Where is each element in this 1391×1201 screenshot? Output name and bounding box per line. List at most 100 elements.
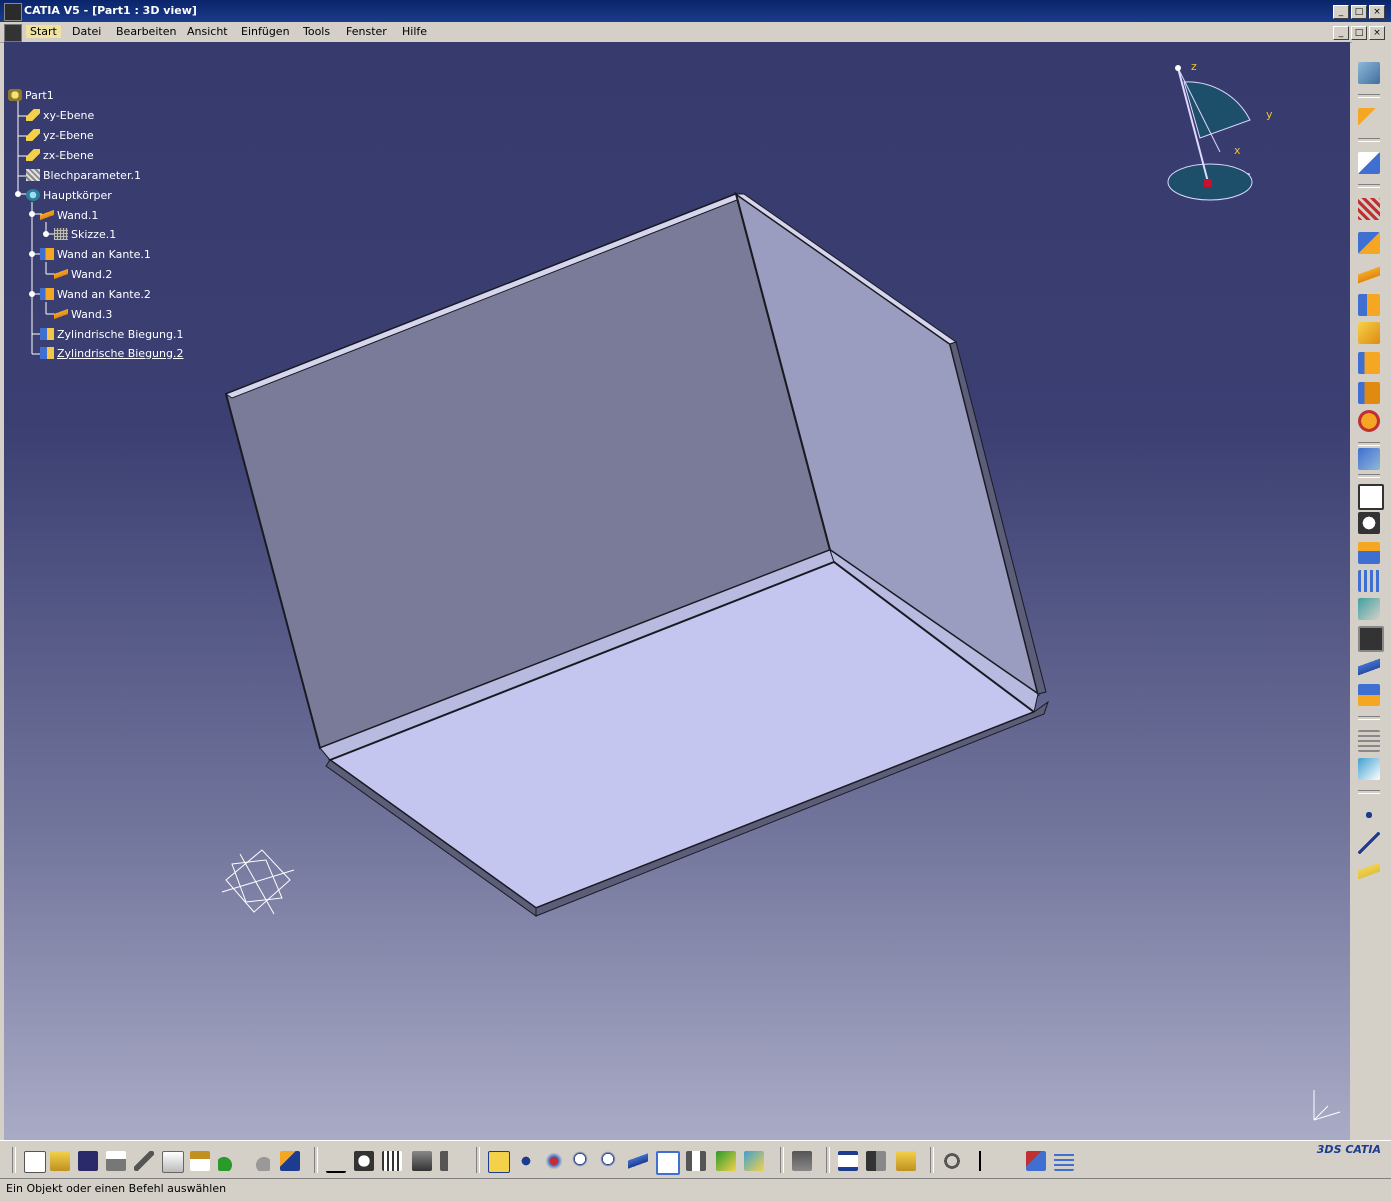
comment-icon[interactable] bbox=[354, 1151, 374, 1171]
views-icon[interactable] bbox=[1358, 730, 1380, 752]
menu-tools[interactable]: Tools bbox=[303, 25, 330, 38]
extrusion-icon[interactable] bbox=[1358, 322, 1380, 344]
bend-tool-icon[interactable] bbox=[1358, 410, 1380, 432]
menu-datei[interactable]: Datei bbox=[72, 25, 101, 38]
axis-system-icon[interactable] bbox=[970, 1151, 990, 1171]
spin-icon[interactable] bbox=[942, 1151, 962, 1171]
unfold-icon[interactable] bbox=[1358, 448, 1380, 470]
3d-viewport[interactable]: z y x Part1 xy-Ebene yz-Ebene zx-Ebene B… bbox=[4, 42, 1350, 1140]
rotate-icon[interactable] bbox=[544, 1151, 564, 1171]
tree-item-wall-1[interactable]: Wand.1 bbox=[40, 207, 98, 223]
tree-item-part1[interactable]: Part1 bbox=[8, 87, 54, 103]
document-icon[interactable] bbox=[4, 24, 22, 42]
formula-icon[interactable] bbox=[326, 1151, 346, 1173]
snap-icon[interactable] bbox=[1026, 1151, 1046, 1171]
wall-on-edge-tool-icon[interactable] bbox=[1358, 294, 1380, 316]
tree-item-label: yz-Ebene bbox=[43, 128, 94, 142]
menu-bearbeiten[interactable]: Bearbeiten bbox=[116, 25, 176, 38]
layer-icon[interactable] bbox=[1054, 1151, 1074, 1171]
fit-all-icon[interactable] bbox=[488, 1151, 510, 1173]
toolbar-separator bbox=[826, 1147, 830, 1173]
menu-start[interactable]: Start bbox=[26, 25, 61, 38]
catia-app-icon[interactable] bbox=[4, 3, 22, 21]
tree-item-cylindrical-bend-2[interactable]: Zylindrische Biegung.2 bbox=[40, 345, 183, 361]
minimize-button[interactable]: _ bbox=[1333, 5, 1349, 19]
flange-icon[interactable] bbox=[1358, 352, 1380, 374]
menu-ansicht[interactable]: Ansicht bbox=[187, 25, 228, 38]
close-button[interactable]: × bbox=[1369, 5, 1385, 19]
lock-icon[interactable] bbox=[412, 1151, 432, 1171]
compass-z-label: z bbox=[1191, 60, 1197, 73]
tree-item-wall-on-edge-1[interactable]: Wand an Kante.1 bbox=[40, 246, 151, 262]
views-cube-icon[interactable] bbox=[656, 1151, 680, 1175]
tree-item-sheetmetal-parameters[interactable]: Blechparameter.1 bbox=[26, 167, 141, 183]
render-style-icon[interactable] bbox=[686, 1151, 706, 1171]
hide-show-icon[interactable] bbox=[716, 1151, 736, 1171]
zoom-in-icon[interactable] bbox=[572, 1151, 592, 1171]
pattern-icon[interactable] bbox=[1358, 570, 1380, 592]
cut-out-icon[interactable] bbox=[1358, 484, 1384, 510]
table-icon[interactable] bbox=[382, 1151, 402, 1171]
doc-minimize-button[interactable]: _ bbox=[1333, 26, 1349, 40]
thickness-icon[interactable] bbox=[1358, 656, 1380, 678]
save-icon[interactable] bbox=[78, 1151, 98, 1171]
redo-icon[interactable] bbox=[250, 1151, 270, 1171]
recognize-icon[interactable] bbox=[1358, 232, 1380, 254]
normal-view-icon[interactable] bbox=[628, 1151, 648, 1171]
tree-item-zx-plane[interactable]: zx-Ebene bbox=[26, 147, 94, 163]
grid-values-icon[interactable] bbox=[998, 1151, 1018, 1171]
workbench-icon[interactable] bbox=[1358, 62, 1380, 84]
cut-icon[interactable] bbox=[134, 1151, 154, 1171]
swap-visible-space-icon[interactable] bbox=[744, 1151, 764, 1171]
tree-item-main-body[interactable]: Hauptkörper bbox=[26, 187, 112, 203]
new-file-icon[interactable] bbox=[24, 1151, 46, 1173]
sheetmetal-parameters-tool-icon[interactable] bbox=[1358, 198, 1380, 220]
hole-icon[interactable] bbox=[1358, 512, 1380, 534]
menu-einfuegen[interactable]: Einfügen bbox=[241, 25, 290, 38]
tree-item-label: Skizze.1 bbox=[71, 227, 117, 241]
paste-icon[interactable] bbox=[190, 1151, 210, 1171]
tree-item-sketch-1[interactable]: Skizze.1 bbox=[54, 226, 116, 242]
measure-between-icon[interactable] bbox=[838, 1151, 858, 1171]
maximize-button[interactable]: □ bbox=[1351, 5, 1367, 19]
catia-wordmark: CATIA bbox=[1345, 1143, 1381, 1156]
menu-hilfe[interactable]: Hilfe bbox=[402, 25, 427, 38]
corner-relief-icon[interactable] bbox=[1358, 598, 1380, 620]
help-icon[interactable] bbox=[280, 1151, 300, 1171]
tree-item-yz-plane[interactable]: yz-Ebene bbox=[26, 127, 94, 143]
macro-icon[interactable] bbox=[440, 1151, 460, 1171]
measure-item-icon[interactable] bbox=[866, 1151, 886, 1171]
line-icon[interactable] bbox=[1358, 832, 1380, 854]
select-arrow-icon[interactable] bbox=[1358, 108, 1380, 130]
hem-icon[interactable] bbox=[1358, 382, 1380, 404]
transform-icon[interactable] bbox=[1358, 684, 1380, 706]
doc-close-button[interactable]: × bbox=[1369, 26, 1385, 40]
plane-tool-icon[interactable] bbox=[1358, 860, 1380, 882]
tree-item-label: Zylindrische Biegung.2 bbox=[57, 346, 184, 360]
wall-tool-icon[interactable] bbox=[1358, 264, 1380, 286]
toolbar-separator bbox=[1358, 474, 1380, 478]
undo-icon[interactable] bbox=[218, 1151, 238, 1171]
stamp-icon[interactable] bbox=[1358, 542, 1380, 564]
axis-grid-icon bbox=[221, 849, 295, 915]
save-dxf-icon[interactable] bbox=[1358, 626, 1384, 652]
pan-icon[interactable] bbox=[516, 1151, 536, 1171]
sketcher-icon[interactable] bbox=[1358, 152, 1380, 174]
tree-item-xy-plane[interactable]: xy-Ebene bbox=[26, 107, 94, 123]
menu-fenster[interactable]: Fenster bbox=[346, 25, 387, 38]
measure-inertia-icon[interactable] bbox=[896, 1151, 916, 1171]
point-icon[interactable] bbox=[1358, 804, 1380, 826]
copy-icon[interactable] bbox=[162, 1151, 184, 1173]
zoom-out-icon[interactable] bbox=[600, 1151, 620, 1171]
tree-item-wall-on-edge-2[interactable]: Wand an Kante.2 bbox=[40, 286, 151, 302]
open-folder-icon[interactable] bbox=[50, 1151, 70, 1171]
tree-item-cylindrical-bend-1[interactable]: Zylindrische Biegung.1 bbox=[40, 326, 183, 342]
print-icon[interactable] bbox=[106, 1151, 126, 1171]
toolbar-separator bbox=[476, 1147, 480, 1173]
open-box-icon[interactable] bbox=[1358, 758, 1380, 780]
update-icon[interactable] bbox=[792, 1151, 812, 1171]
bottom-toolbar: 3DS CATIA bbox=[0, 1140, 1391, 1179]
doc-restore-button[interactable]: □ bbox=[1351, 26, 1367, 40]
tree-item-wall-3[interactable]: Wand.3 bbox=[54, 306, 112, 322]
tree-item-wall-2[interactable]: Wand.2 bbox=[54, 266, 112, 282]
